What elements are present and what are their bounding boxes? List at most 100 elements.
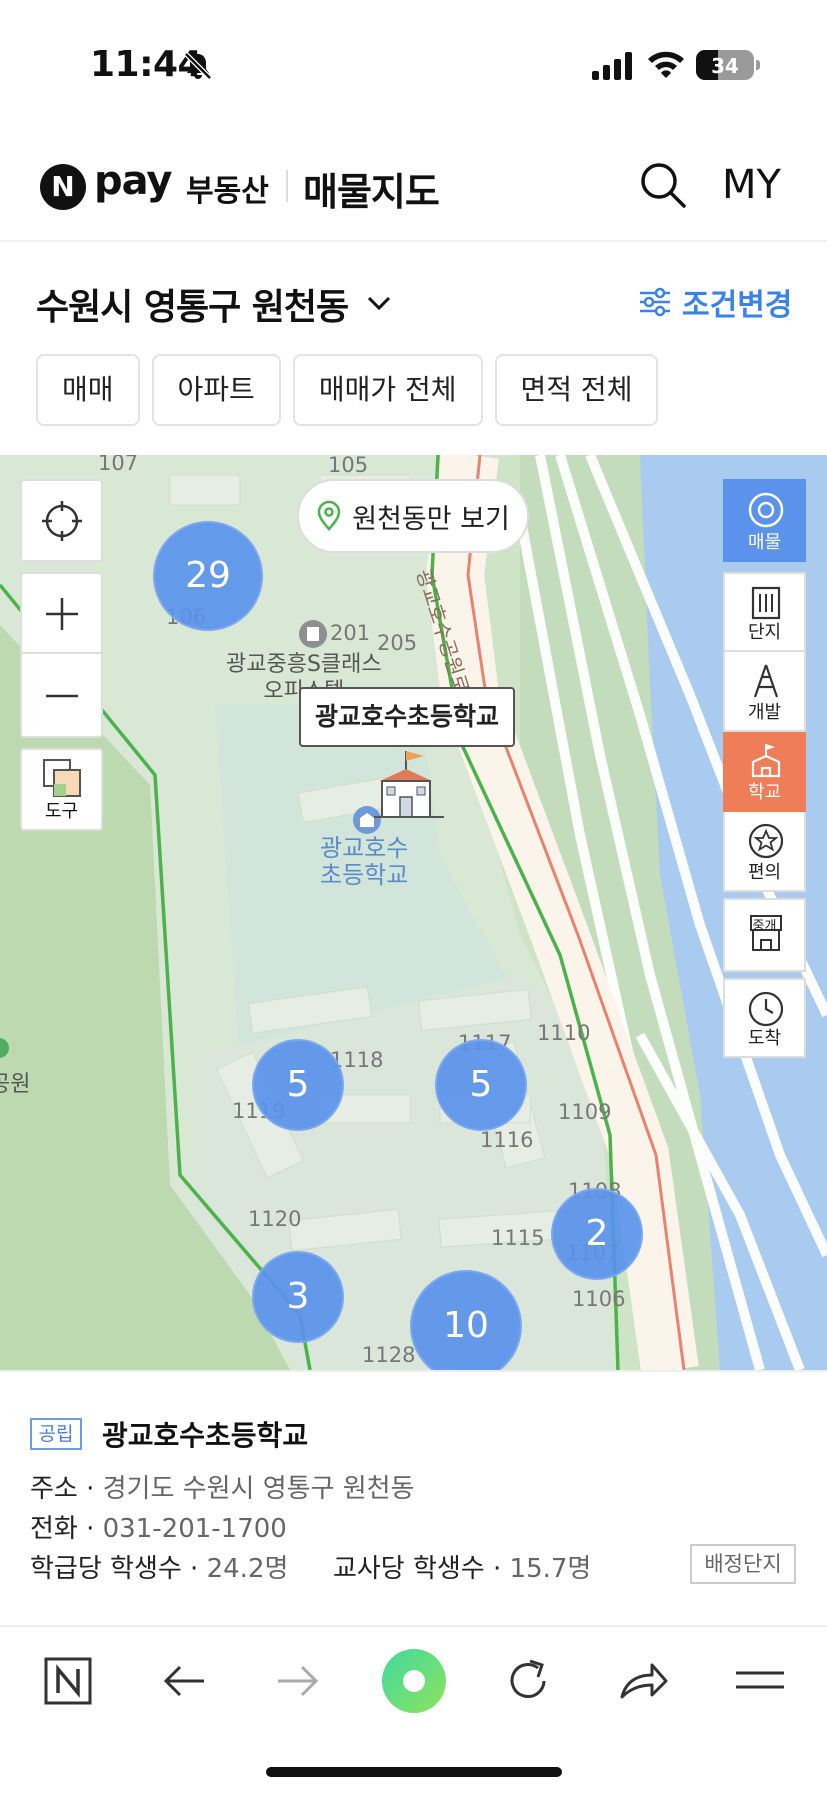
building-pin-icon [299, 620, 327, 648]
status-bar: 11:44 34 [0, 0, 827, 120]
menu-icon[interactable] [732, 1653, 788, 1709]
layer-complex-button[interactable]: 단지 [723, 572, 806, 652]
layer-arrival-button[interactable]: 도착 [723, 978, 806, 1058]
filter-chip-trade[interactable]: 매매 [36, 354, 140, 426]
layer-listing-button[interactable]: 매물 [723, 479, 806, 562]
building-number: 205 [377, 631, 418, 655]
school-icon [751, 744, 781, 778]
clock-icon [748, 991, 784, 1027]
minus-icon [46, 694, 78, 698]
listing-cluster[interactable]: 5 [435, 1039, 527, 1131]
zoom-controls [20, 572, 103, 738]
dong-only-label: 원천동만 보기 [352, 503, 510, 535]
listing-cluster[interactable]: 2 [551, 1188, 643, 1280]
layer-convenience-button[interactable]: 편의 [723, 812, 806, 892]
building-number: 1116 [480, 1128, 534, 1152]
layer-listing-label: 매물 [747, 532, 782, 553]
tools-label: 도구 [44, 801, 79, 822]
phone-value[interactable]: 031-201-1700 [103, 1514, 287, 1544]
poi-officetel-line1: 광교중흥S클래스 [226, 652, 382, 677]
students-row: 학급당 학생수 · 24.2명 교사당 학생수 · 15.7명 [30, 1548, 591, 1585]
per-teacher-value: 15.7명 [509, 1554, 592, 1584]
address-value: 경기도 수원시 영통구 원천동 [102, 1474, 415, 1504]
listing-cluster[interactable]: 10 [410, 1270, 522, 1370]
green-dot-icon[interactable] [378, 1645, 450, 1717]
sliders-icon [640, 287, 670, 317]
tools-button[interactable]: 도구 [20, 748, 103, 831]
poi-park: 공원 [0, 1072, 31, 1097]
condition-change-button[interactable]: 조건변경 [638, 282, 793, 323]
listing-cluster[interactable]: 29 [153, 521, 263, 631]
location-selector[interactable]: 수원시 영통구 원천동 [36, 278, 349, 330]
layer-school-button[interactable]: 학교 [723, 732, 806, 812]
layer-school-label: 학교 [747, 782, 782, 803]
poi-school-line2: 초등학교 [320, 861, 409, 889]
building-number: 1115 [491, 1226, 545, 1250]
layer-arrival-label: 도착 [747, 1028, 782, 1049]
crane-icon [753, 664, 779, 698]
battery-icon: 34 [696, 50, 760, 80]
phone-row: 전화 · 031-201-1700 [30, 1508, 287, 1545]
tools-icon [43, 759, 81, 797]
building-number: 105 [328, 455, 369, 477]
address-label: 주소 · [30, 1474, 95, 1504]
listing-cluster[interactable]: 3 [252, 1251, 344, 1343]
layer-development-button[interactable]: 개발 [723, 652, 806, 732]
poi-school: 광교호수 초등학교 [320, 835, 408, 889]
reload-icon[interactable] [500, 1653, 556, 1709]
map-view[interactable]: 107 105 106 201 205 1118 1117 1110 1119 … [0, 455, 827, 1370]
naver-logo[interactable]: N [40, 164, 86, 210]
back-arrow-icon[interactable] [156, 1653, 212, 1709]
filter-chip-apartment[interactable]: 아파트 [151, 354, 281, 426]
wifi-icon [648, 51, 684, 78]
battery-level: 34 [711, 54, 739, 78]
zoom-in-button[interactable] [22, 574, 101, 654]
phone-label: 전화 · [30, 1514, 95, 1544]
naver-home-icon[interactable] [40, 1653, 96, 1709]
school-tooltip[interactable]: 광교호수초등학교 [299, 687, 515, 747]
per-class-label: 학급당 학생수 · [30, 1554, 199, 1584]
filter-chip-price[interactable]: 매매가 전체 [292, 354, 483, 426]
school-building-icon[interactable] [374, 747, 450, 827]
building-number: 1128 [362, 1343, 416, 1367]
address-row: 주소 · 경기도 수원시 영통구 원천동 [30, 1468, 414, 1505]
page-title: 매물지도 [303, 170, 440, 214]
layer-development-label: 개발 [747, 702, 782, 723]
school-name: 광교호수초등학교 [102, 1419, 309, 1452]
building-number: 1110 [537, 1021, 591, 1045]
zoom-out-button[interactable] [22, 656, 101, 736]
service-name[interactable]: 부동산 [186, 166, 269, 210]
school-type-badge: 공립 [30, 1418, 82, 1450]
pay-logo[interactable]: pay [94, 158, 172, 204]
my-button[interactable]: MY [722, 162, 781, 208]
assigned-complex-button[interactable]: 배정단지 [690, 1544, 796, 1584]
building-number: 1106 [572, 1287, 626, 1311]
listing-cluster[interactable]: 5 [252, 1039, 344, 1131]
building-number: 107 [98, 455, 139, 475]
home-indicator[interactable] [266, 1767, 562, 1777]
search-icon[interactable] [638, 160, 688, 210]
app-header: N pay 부동산 매물지도 MY [0, 140, 827, 242]
layer-broker-button[interactable]: 중개 [723, 898, 806, 972]
share-icon[interactable] [616, 1653, 672, 1709]
forward-arrow-icon[interactable] [270, 1653, 326, 1709]
target-icon [748, 492, 784, 528]
condition-change-label: 조건변경 [682, 288, 793, 323]
school-info-panel[interactable]: 공립 광교호수초등학교 주소 · 경기도 수원시 영통구 원천동 전화 · 03… [0, 1370, 827, 1625]
apartment-icon [751, 586, 781, 620]
poi-school-line1: 광교호수 [320, 834, 409, 862]
building-number: 1120 [248, 1207, 302, 1231]
chevron-down-icon[interactable] [364, 288, 394, 318]
building-number: 1109 [558, 1100, 612, 1124]
park-pin-icon [0, 1038, 9, 1058]
star-icon [748, 823, 784, 859]
signal-icon [592, 52, 632, 80]
filter-chips: 매매 아파트 매매가 전체 면적 전체 [36, 354, 659, 426]
filter-chip-area[interactable]: 면적 전체 [494, 354, 659, 426]
dong-only-button[interactable]: 원천동만 보기 [297, 479, 529, 553]
my-location-button[interactable] [20, 479, 103, 562]
location-pin-icon [317, 501, 341, 531]
building-number: 201 [330, 621, 371, 645]
map-base-layer [0, 455, 827, 1370]
bell-muted-icon [184, 52, 212, 80]
